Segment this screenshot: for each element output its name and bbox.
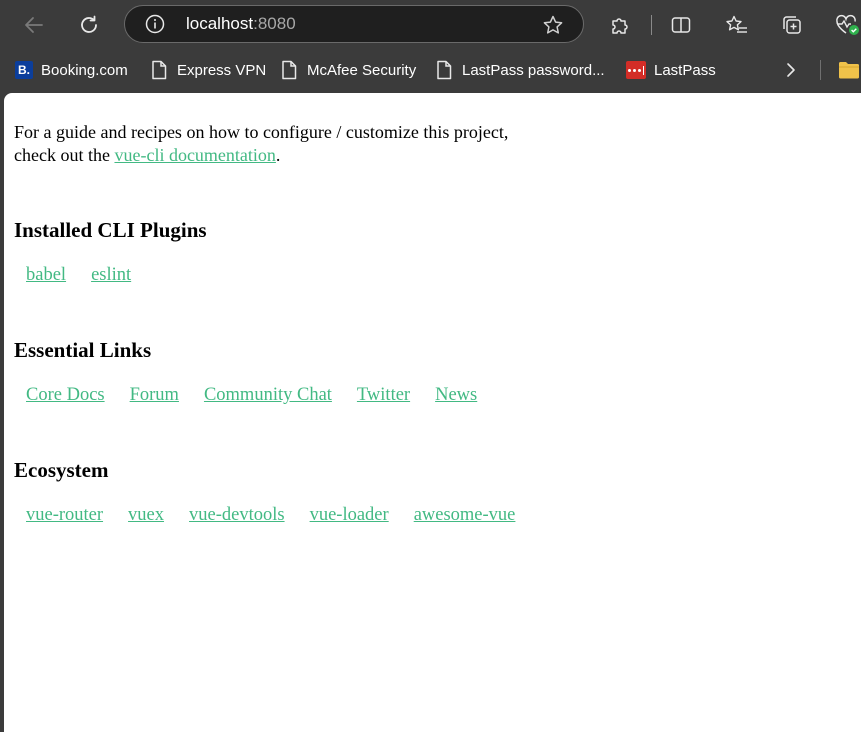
address-bar[interactable]: localhost:8080 bbox=[124, 5, 584, 43]
heart-pulse-icon bbox=[836, 14, 859, 35]
url-port: :8080 bbox=[253, 14, 296, 33]
arrow-left-icon bbox=[25, 17, 43, 33]
section-title-essential-links: Essential Links bbox=[14, 338, 152, 362]
intro-suffix: . bbox=[275, 145, 281, 165]
favorite-star-icon[interactable] bbox=[542, 14, 564, 36]
back-button[interactable] bbox=[18, 9, 50, 41]
collections-button[interactable] bbox=[776, 9, 808, 41]
link-community-chat[interactable]: Community Chat bbox=[204, 385, 332, 405]
bookmark-lastpass-password[interactable]: LastPass password... bbox=[435, 59, 605, 81]
page-icon bbox=[152, 60, 167, 80]
ecosystem-link-list: vue-router vuex vue-devtools vue-loader … bbox=[26, 504, 515, 526]
bookmarks-bar: B. Booking.com Express VPN McAfee Securi… bbox=[0, 50, 861, 90]
bookmark-express-vpn[interactable]: Express VPN bbox=[150, 59, 266, 81]
url-text[interactable]: localhost:8080 bbox=[186, 14, 296, 34]
bookmark-label: LastPass password... bbox=[462, 61, 605, 79]
page-icon bbox=[282, 60, 297, 80]
link-awesome-vue[interactable]: awesome-vue bbox=[414, 505, 516, 525]
toolbar-divider bbox=[651, 15, 652, 35]
bookmark-label: Express VPN bbox=[177, 61, 267, 79]
booking-icon: B. bbox=[15, 61, 33, 79]
url-host: localhost bbox=[186, 14, 254, 33]
link-vue-loader[interactable]: vue-loader bbox=[310, 505, 389, 525]
essential-link-list: Core Docs Forum Community Chat Twitter N… bbox=[26, 384, 477, 406]
link-babel[interactable]: babel bbox=[26, 265, 66, 285]
plugins-link-list: babel eslint bbox=[26, 264, 131, 286]
link-core-docs[interactable]: Core Docs bbox=[26, 385, 105, 405]
reload-icon bbox=[81, 15, 97, 33]
bookmark-mcafee[interactable]: McAfee Security bbox=[280, 59, 416, 81]
bookmark-booking[interactable]: B. Booking.com bbox=[15, 59, 128, 81]
split-screen-icon bbox=[671, 17, 691, 33]
bookmark-label: Booking.com bbox=[41, 61, 128, 79]
site-info-icon[interactable] bbox=[145, 14, 165, 34]
browser-toolbar: localhost:8080 bbox=[0, 0, 861, 50]
vue-cli-docs-link[interactable]: vue-cli documentation bbox=[114, 145, 275, 165]
bookmark-label: LastPass bbox=[654, 61, 716, 79]
link-twitter[interactable]: Twitter bbox=[357, 385, 410, 405]
link-vue-devtools[interactable]: vue-devtools bbox=[189, 505, 285, 525]
folder-icon[interactable] bbox=[838, 60, 860, 80]
intro-prefix: check out the bbox=[14, 145, 115, 165]
bookmark-label: McAfee Security bbox=[307, 61, 417, 79]
bookmark-lastpass[interactable]: LastPass bbox=[626, 59, 716, 81]
puzzle-icon bbox=[612, 18, 628, 34]
link-vue-router[interactable]: vue-router bbox=[26, 505, 103, 525]
link-eslint[interactable]: eslint bbox=[91, 265, 131, 285]
favorites-button[interactable] bbox=[721, 9, 753, 41]
lastpass-icon bbox=[626, 61, 646, 79]
section-title-ecosystem: Ecosystem bbox=[14, 458, 109, 482]
reload-button[interactable] bbox=[73, 9, 105, 41]
section-title-plugins: Installed CLI Plugins bbox=[14, 218, 207, 242]
link-forum[interactable]: Forum bbox=[130, 385, 179, 405]
chevron-right-icon bbox=[787, 63, 795, 77]
collections-icon bbox=[783, 16, 801, 34]
intro-text: For a guide and recipes on how to config… bbox=[14, 122, 509, 142]
link-vuex[interactable]: vuex bbox=[128, 505, 164, 525]
page-content: For a guide and recipes on how to config… bbox=[4, 93, 861, 732]
favorites-list-icon bbox=[726, 15, 747, 33]
more-bookmarks-button[interactable] bbox=[775, 54, 807, 86]
page-icon bbox=[437, 60, 452, 80]
extensions-button[interactable] bbox=[604, 9, 636, 41]
intro-paragraph: For a guide and recipes on how to config… bbox=[14, 121, 508, 167]
split-screen-button[interactable] bbox=[665, 9, 697, 41]
link-news[interactable]: News bbox=[435, 385, 477, 405]
bookmarks-divider bbox=[820, 60, 821, 80]
browser-essentials-button[interactable] bbox=[831, 9, 861, 41]
